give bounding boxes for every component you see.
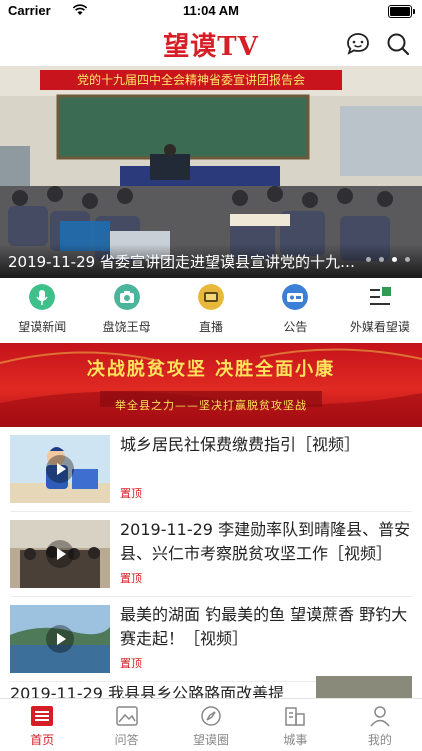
news-thumbnail (10, 520, 110, 588)
tab-me[interactable]: 我的 (338, 699, 422, 751)
news-list: 城乡居民社保费缴费指引［视频］ 置顶 2019-11-29 李建勋率队到晴隆县、… (0, 427, 422, 698)
tab-label: 我的 (367, 733, 392, 747)
tab-qa[interactable]: 问答 (84, 699, 168, 751)
tab-label: 望谟圈 (193, 733, 230, 747)
play-icon[interactable] (46, 625, 74, 653)
user-icon (370, 706, 390, 727)
news-item[interactable]: 最美的湖面 钓最美的鱼 望谟蔗香 野钓大赛走起！［视频］ 置顶 (10, 597, 412, 682)
quick-nav-label: 盘饶王母 (102, 320, 151, 334)
news-item[interactable]: 2019-11-29 我县县乡公路路面改善提 (10, 676, 412, 698)
microphone-icon (29, 284, 56, 310)
news-title: 城乡居民社保费缴费指引［视频］ (120, 435, 361, 454)
banner-sign-text: 党的十九届四中全会精神省委宣讲团报告会 (76, 73, 305, 87)
pinned-tag: 置顶 (120, 657, 142, 670)
tab-city[interactable]: 城事 (253, 699, 337, 751)
bottom-tab-bar: 首页 问答 望谟圈 城事 我的 (0, 698, 422, 751)
carousel-dot-active[interactable] (391, 257, 397, 262)
quick-nav-label: 外媒看望谟 (349, 320, 410, 334)
carousel-dot[interactable] (365, 257, 371, 262)
search-icon[interactable] (384, 30, 412, 58)
quick-nav-news[interactable]: 望谟新闻 (0, 278, 84, 336)
chat-bubble-icon[interactable] (344, 30, 372, 58)
news-title: 2019-11-29 我县县乡公路路面改善提 (10, 684, 285, 698)
news-thumbnail (10, 435, 110, 503)
battery-icon (388, 5, 415, 18)
carousel-dot[interactable] (378, 257, 384, 262)
play-icon[interactable] (46, 540, 74, 568)
quick-nav-label: 公告 (283, 320, 308, 334)
camera-icon (113, 284, 140, 310)
quick-nav-notice[interactable]: 公告 (253, 278, 337, 336)
news-thumbnail (10, 605, 110, 673)
app-header: 望谟TV (0, 22, 422, 66)
compass-icon (201, 706, 221, 726)
carousel-dots (363, 247, 410, 266)
image-icon (115, 706, 138, 726)
tab-home[interactable]: 首页 (0, 699, 84, 751)
quick-nav-live[interactable]: 直播 (169, 278, 253, 336)
tab-label: 城事 (283, 733, 308, 747)
quick-nav-label: 直播 (199, 320, 224, 334)
tv-icon (198, 284, 225, 310)
pinned-tag: 置顶 (120, 572, 142, 585)
news-item[interactable]: 2019-11-29 李建勋率队到晴隆县、普安县、兴仁市考察脱贫攻坚工作［视频］… (10, 512, 412, 597)
media-icon (369, 287, 391, 305)
status-time: 11:04 AM (183, 3, 239, 18)
status-bar: Carrier 11:04 AM (0, 0, 422, 22)
home-icon (31, 706, 54, 726)
quick-nav-foreign-media[interactable]: 外媒看望谟 (338, 278, 422, 336)
promo-headline: 决战脱贫攻坚 决胜全面小康 (86, 359, 336, 380)
radio-icon (282, 284, 309, 310)
quick-nav: 望谟新闻 盘饶王母 直播 公告 外媒看望谟 (0, 278, 422, 336)
banner-caption: 2019-11-29 省委宣讲团走进望谟县宣讲党的十九届四中全会精神 (8, 253, 368, 271)
promo-subline: 举全县之力——坚决打赢脱贫攻坚战 (115, 399, 307, 412)
news-thumbnail (316, 676, 412, 698)
play-icon[interactable] (46, 455, 74, 483)
pinned-tag: 置顶 (120, 487, 142, 500)
tab-circle[interactable]: 望谟圈 (169, 699, 253, 751)
tab-label: 问答 (114, 733, 139, 747)
news-item[interactable]: 城乡居民社保费缴费指引［视频］ 置顶 (10, 427, 412, 512)
promo-banner[interactable]: 决战脱贫攻坚 决胜全面小康 举全县之力——坚决打赢脱贫攻坚战 (0, 343, 422, 427)
building-icon (285, 707, 306, 726)
quick-nav-label: 望谟新闻 (18, 320, 67, 334)
quick-nav-panrao[interactable]: 盘饶王母 (84, 278, 168, 336)
news-title: 2019-11-29 李建勋率队到晴隆县、普安县、兴仁市考察脱贫攻坚工作［视频］ (120, 520, 411, 563)
tab-label: 首页 (30, 733, 55, 747)
carousel-banner[interactable]: 党的十九届四中全会精神省委宣讲团报告会 2019-11-29 省委宣讲团走进望谟… (0, 66, 422, 278)
news-title: 最美的湖面 钓最美的鱼 望谟蔗香 野钓大赛走起！［视频］ (120, 605, 408, 648)
carousel-dot[interactable] (405, 257, 410, 262)
